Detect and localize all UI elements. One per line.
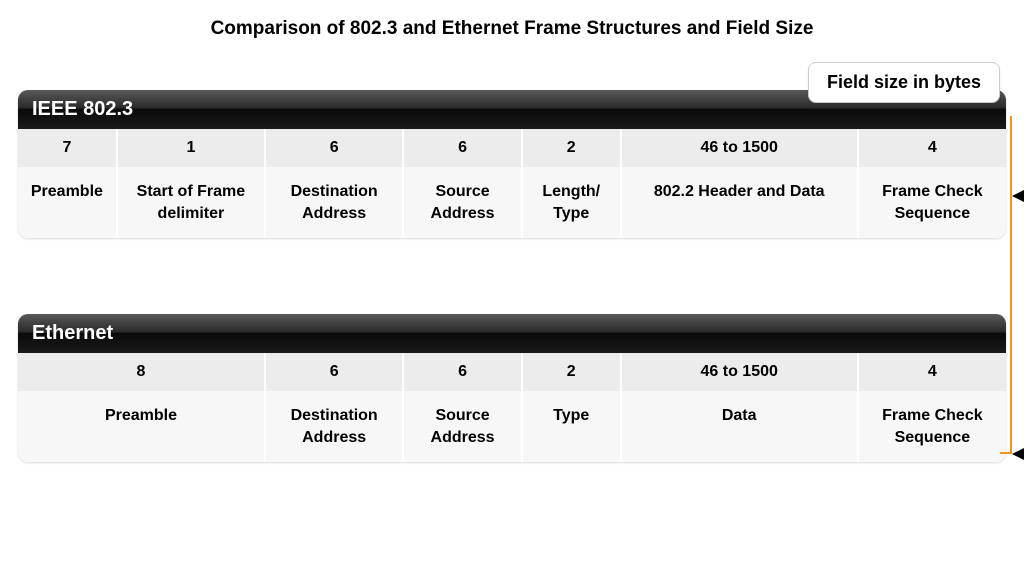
size-cell: 46 to 1500 xyxy=(621,353,858,391)
frame-table-8023: 7 1 6 6 2 46 to 1500 4 Preamble Start of… xyxy=(18,129,1006,238)
size-cell: 1 xyxy=(117,129,265,167)
callout-connector-line xyxy=(1000,118,1012,454)
size-cell: 2 xyxy=(522,353,621,391)
size-cell: 6 xyxy=(265,129,403,167)
field-name-cell: Destination Address xyxy=(265,167,403,238)
size-row-ethernet: 8 6 6 2 46 to 1500 4 xyxy=(18,353,1006,391)
field-name-cell: Preamble xyxy=(18,167,117,238)
diagram-title: Comparison of 802.3 and Ethernet Frame S… xyxy=(0,0,1024,54)
name-row-ethernet: Preamble Destination Address Source Addr… xyxy=(18,391,1006,462)
field-name-cell: Source Address xyxy=(403,167,522,238)
field-name-cell: Data xyxy=(621,391,858,462)
size-cell: 6 xyxy=(403,353,522,391)
size-cell: 6 xyxy=(403,129,522,167)
callout-connector-top xyxy=(1010,116,1012,120)
frame-table-ethernet: 8 6 6 2 46 to 1500 4 Preamble Destinatio… xyxy=(18,353,1006,462)
field-name-cell: Frame Check Sequence xyxy=(858,391,1006,462)
size-row-8023: 7 1 6 6 2 46 to 1500 4 xyxy=(18,129,1006,167)
size-cell: 46 to 1500 xyxy=(621,129,858,167)
panel-header-ethernet: Ethernet xyxy=(18,314,1006,353)
field-name-cell: Start of Frame delimiter xyxy=(117,167,265,238)
arrow-to-8023 xyxy=(1012,190,1024,202)
field-name-cell: 802.2 Header and Data xyxy=(621,167,858,238)
name-row-8023: Preamble Start of Frame delimiter Destin… xyxy=(18,167,1006,238)
field-size-callout: Field size in bytes xyxy=(808,62,1000,103)
field-name-cell: Frame Check Sequence xyxy=(858,167,1006,238)
field-name-cell: Length/ Type xyxy=(522,167,621,238)
field-name-cell: Type xyxy=(522,391,621,462)
arrow-to-ethernet xyxy=(1012,448,1024,460)
size-cell: 7 xyxy=(18,129,117,167)
field-name-cell: Preamble xyxy=(18,391,265,462)
field-name-cell: Destination Address xyxy=(265,391,403,462)
size-cell: 8 xyxy=(18,353,265,391)
field-name-cell: Source Address xyxy=(403,391,522,462)
size-cell: 6 xyxy=(265,353,403,391)
size-cell: 2 xyxy=(522,129,621,167)
size-cell: 4 xyxy=(858,129,1006,167)
size-cell: 4 xyxy=(858,353,1006,391)
panel-ieee-8023: IEEE 802.3 7 1 6 6 2 46 to 1500 4 Preamb… xyxy=(18,90,1006,238)
panel-ethernet: Ethernet 8 6 6 2 46 to 1500 4 Preamble D… xyxy=(18,314,1006,462)
